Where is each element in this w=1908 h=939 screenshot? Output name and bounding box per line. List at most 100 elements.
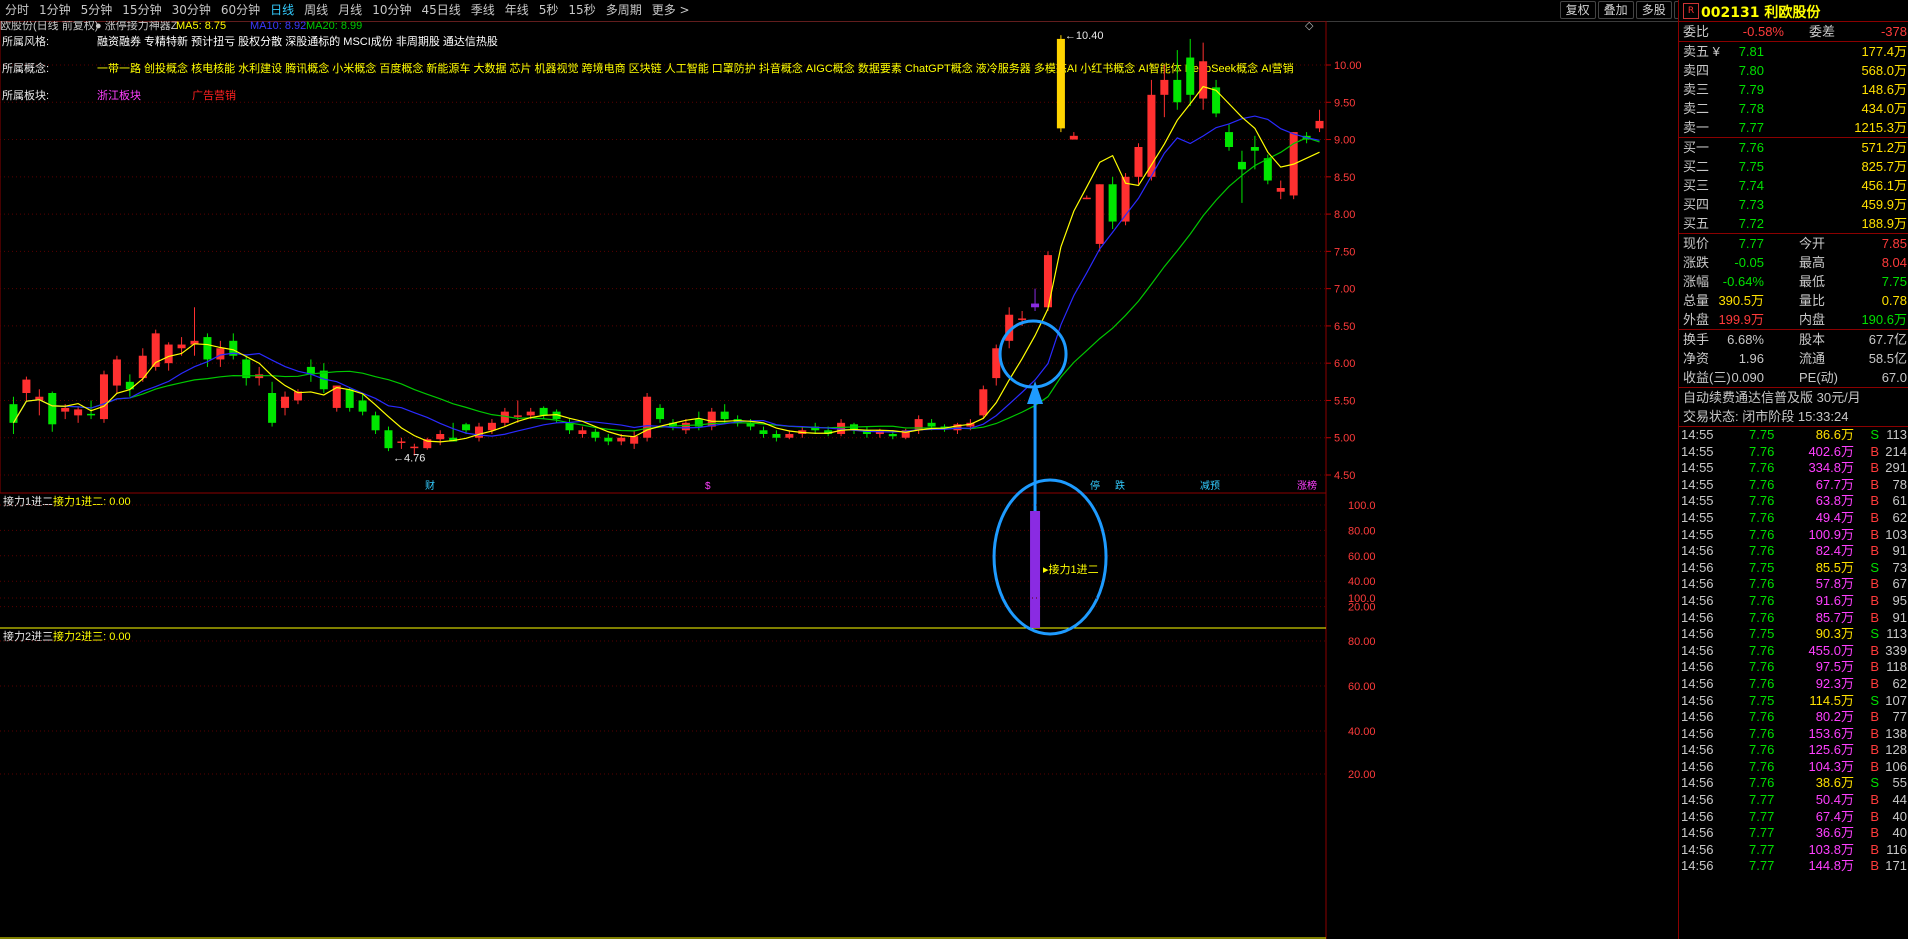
y-tick-label: 6.50 (1334, 321, 1355, 333)
candle-body (1095, 184, 1104, 244)
candle-body (99, 374, 108, 420)
panel1-tick: 80.00 (1348, 525, 1376, 537)
candle-body (87, 413, 96, 416)
toolbar-button-0[interactable]: 复权 (1559, 1, 1596, 19)
tick-row: 14:56 7.77 50.4万 B 44 (1681, 792, 1907, 808)
tick-row: 14:56 7.76 91.6万 B 95 (1681, 592, 1907, 608)
sector-1: 浙江板块 (97, 88, 141, 102)
candle-body (1173, 79, 1182, 103)
panel2-tick: 100.0 (1348, 593, 1376, 605)
tick-row: 14:56 7.75 90.3万 S 113 (1681, 626, 1907, 642)
y-tick-label: 4.50 (1334, 470, 1355, 482)
chart-title: 欧股份(日线 前复权) (0, 21, 98, 32)
panel1-tick: 100.0 (1348, 500, 1376, 512)
y-tick-label: 5.50 (1334, 395, 1355, 407)
candle-body (1018, 318, 1027, 320)
tab-0[interactable]: 分时 (0, 2, 34, 18)
candle-body (164, 344, 173, 364)
candle-body (1031, 303, 1040, 308)
candle-body (720, 411, 729, 420)
diamond-icon: ◇ (1305, 21, 1314, 32)
candle-body (125, 381, 134, 390)
candle-body (1082, 197, 1091, 200)
panel2-tick: 80.00 (1348, 636, 1376, 648)
candle-body (1212, 87, 1221, 114)
stock-code[interactable]: 002131 利欧股份 (1701, 2, 1820, 22)
candle-body (358, 400, 367, 412)
event-marker: 财 (425, 479, 435, 492)
tab-16[interactable]: 更多 > (647, 2, 695, 18)
candle-body (410, 446, 419, 449)
candle-body (61, 407, 70, 412)
toolbar-button-2[interactable]: 多股 (1635, 1, 1672, 19)
tab-13[interactable]: 5秒 (534, 2, 564, 18)
tab-12[interactable]: 年线 (500, 2, 534, 18)
candle-body (281, 396, 290, 408)
candle-body (1250, 147, 1259, 151)
tick-row: 14:56 7.76 57.8万 B 67 (1681, 576, 1907, 592)
style-value: 融资融券 专精特新 预计扭亏 股权分散 深股通标的 MSCI成份 非周期股 通达… (97, 34, 498, 48)
tick-row: 14:56 7.76 97.5万 B 118 (1681, 659, 1907, 675)
kline-chart[interactable]: 10.00 9.50 9.00 8.50 8.00 7.50 7.00 6.50 6.00 5.5… (0, 21, 1378, 939)
tab-7[interactable]: 周线 (299, 2, 333, 18)
tick-list[interactable]: 14:55 7.75 86.6万 S 113 14:55 7.76 402.6万 B 214 14:… (1679, 427, 1908, 875)
stock-header: R 002131 利欧股份 (1679, 0, 1908, 22)
sector-2: 广告营销 (192, 88, 236, 102)
tab-5[interactable]: 60分钟 (216, 2, 265, 18)
candle-body (513, 415, 522, 417)
candle-body (759, 430, 768, 434)
candle-body (591, 431, 600, 438)
y-tick-label: 5.00 (1334, 433, 1355, 445)
ma20-label: MA20: 8.99 (306, 21, 362, 32)
candle-body (436, 434, 445, 440)
tab-10[interactable]: 45日线 (416, 2, 465, 18)
period-tabs: 分时 1分钟 5分钟 15分钟 30分钟 60分钟 日线 周线 月线 10分钟 45日线 季线 年线 5秒… (0, 2, 695, 18)
tab-4[interactable]: 30分钟 (167, 2, 216, 18)
tab-9[interactable]: 10分钟 (367, 2, 416, 18)
low-annotation: ←4.76 (393, 453, 425, 465)
ma10-line (12, 115, 1320, 437)
tab-1[interactable]: 1分钟 (34, 2, 76, 18)
candle-body (604, 437, 613, 442)
tick-row: 14:56 7.75 114.5万 S 107 (1681, 692, 1907, 708)
tick-row: 14:55 7.76 67.7万 B 78 (1681, 476, 1907, 492)
event-marker: 跌 (1115, 479, 1125, 492)
y-tick-label: 9.00 (1334, 135, 1355, 147)
candle-body (371, 415, 380, 431)
tick-row: 14:56 7.76 82.4万 B 91 (1681, 543, 1907, 559)
tab-15[interactable]: 多周期 (601, 2, 647, 18)
candle-body (578, 430, 587, 434)
candle-body (526, 411, 535, 416)
panel2-tick: 20.00 (1348, 769, 1376, 781)
candle-body (681, 422, 690, 431)
toolbar-button-1[interactable]: 叠加 (1597, 1, 1634, 19)
tab-3[interactable]: 15分钟 (117, 2, 166, 18)
indicator-name: ● 涨停接力神器Z (95, 21, 178, 32)
event-marker: 涨榜 (1297, 479, 1317, 492)
tab-6[interactable]: 日线 (265, 2, 299, 18)
candle-body (914, 419, 923, 431)
tab-8[interactable]: 月线 (333, 2, 367, 18)
candle-body (927, 422, 936, 427)
tick-row: 14:55 7.75 86.6万 S 113 (1681, 427, 1907, 442)
y-tick-label: 7.00 (1334, 284, 1355, 296)
candle-body (888, 434, 897, 437)
candle-body (48, 393, 57, 425)
tick-row: 14:55 7.76 334.8万 B 291 (1681, 460, 1907, 476)
candle-body (9, 404, 18, 423)
tab-14[interactable]: 15秒 (563, 2, 600, 18)
candle-body (462, 424, 471, 431)
panel1-tick: 40.00 (1348, 576, 1376, 588)
candle-body (1237, 161, 1246, 170)
y-tick-label: 9.50 (1334, 97, 1355, 109)
tick-row: 14:56 7.76 92.3万 B 62 (1681, 675, 1907, 691)
tick-row: 14:55 7.76 402.6万 B 214 (1681, 443, 1907, 459)
panel2-tick: 60.00 (1348, 681, 1376, 693)
candle-body (74, 409, 83, 416)
event-marker: 停 (1090, 479, 1100, 492)
tick-row: 14:56 7.76 38.6万 S 55 (1681, 775, 1907, 791)
tab-11[interactable]: 季线 (466, 2, 500, 18)
y-tick-label: 8.50 (1334, 172, 1355, 184)
tab-2[interactable]: 5分钟 (76, 2, 118, 18)
candle-body (345, 389, 354, 408)
